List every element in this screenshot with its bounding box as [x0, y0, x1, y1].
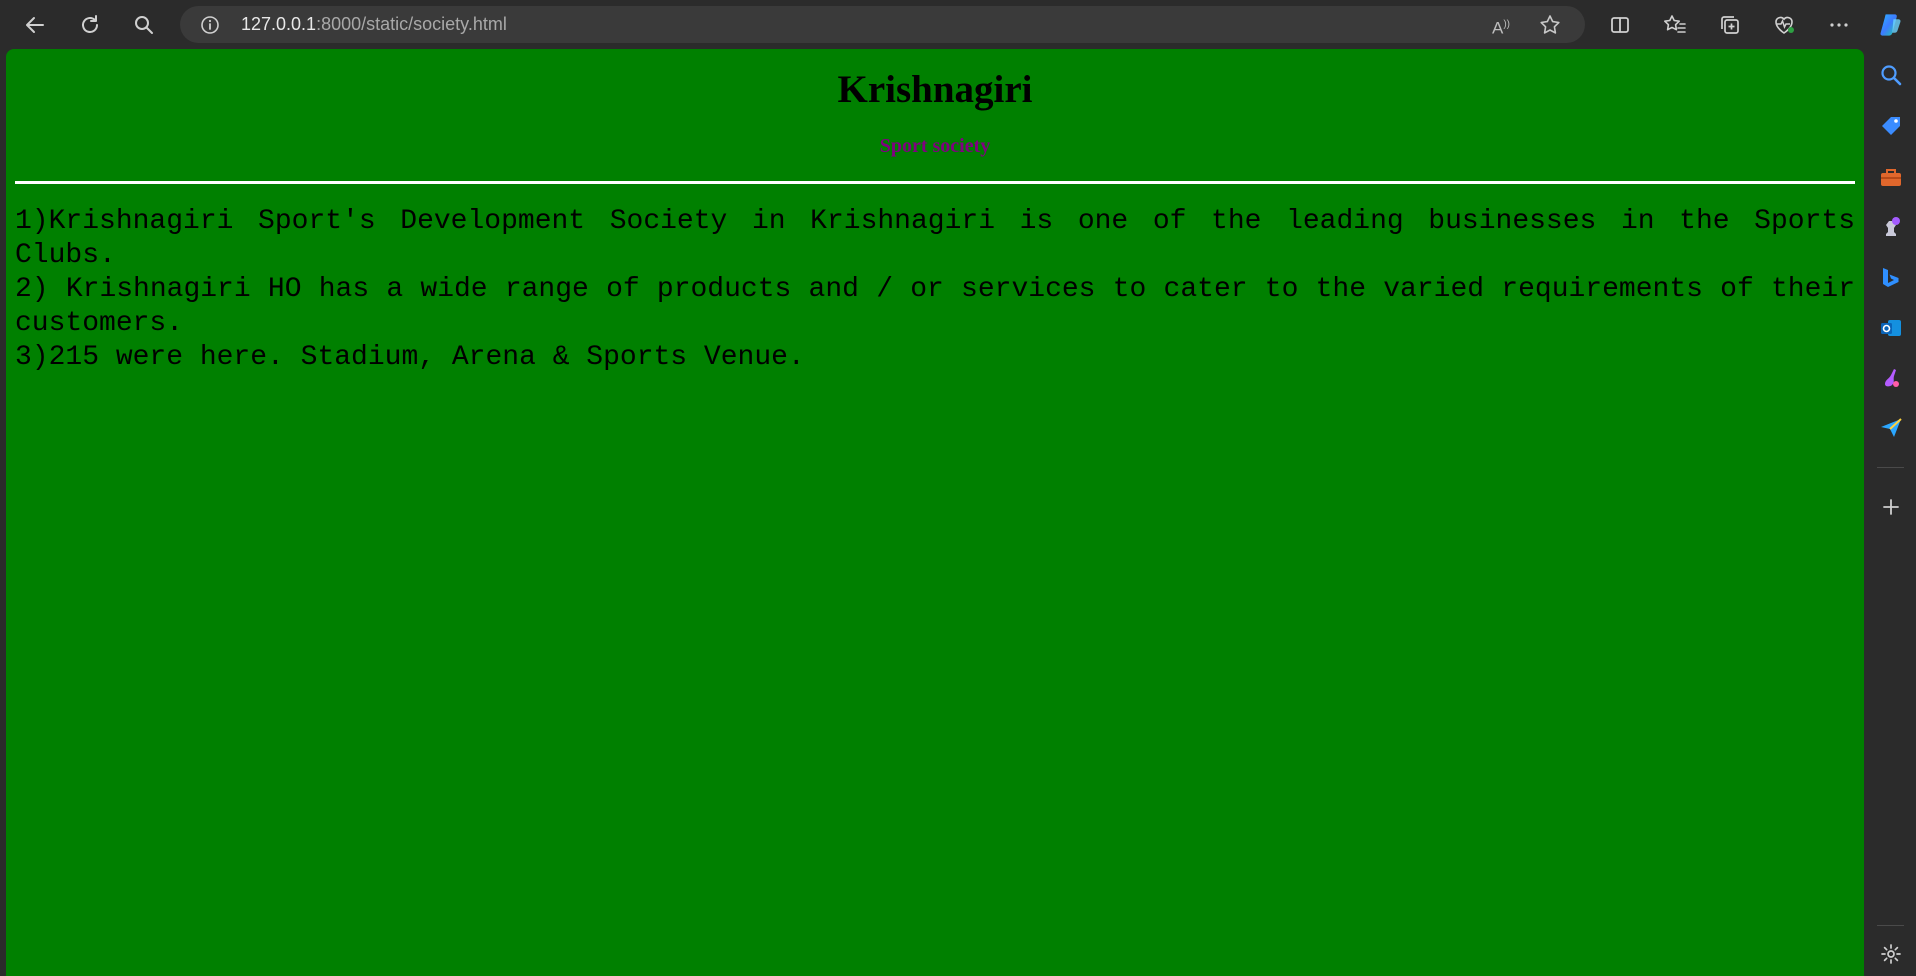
favorites-button[interactable]: [1658, 8, 1692, 42]
sidebar-bing[interactable]: [1877, 263, 1904, 290]
star-icon[interactable]: [1538, 13, 1562, 37]
url-path: :8000/static/society.html: [316, 14, 507, 34]
browser-toolbar: 127.0.0.1:8000/static/society.html A)): [0, 0, 1916, 49]
search-button[interactable]: [127, 8, 161, 42]
heart-pulse-icon: [1775, 16, 1794, 34]
sidebar-divider-bottom: [1877, 925, 1904, 926]
sidebar-settings[interactable]: [1877, 940, 1904, 967]
send-icon: [1880, 417, 1902, 437]
horizontal-rule: [15, 181, 1855, 184]
browser-essentials-button[interactable]: [1767, 8, 1801, 42]
toolbox-icon: [1880, 168, 1901, 186]
drop-icon: [1884, 368, 1899, 387]
split-screen-button[interactable]: [1603, 8, 1637, 42]
back-arrow-icon: [26, 17, 44, 33]
bing-icon: [1882, 267, 1898, 287]
url-text[interactable]: 127.0.0.1:8000/static/society.html: [241, 6, 507, 43]
sidebar-designer[interactable]: [1877, 364, 1904, 391]
description-text: 1)Krishnagiri Sport's Development Societ…: [15, 205, 1855, 375]
edge-sidebar: [1865, 0, 1916, 976]
more-dots-icon: [1830, 23, 1848, 27]
copilot-button[interactable]: [1877, 11, 1904, 38]
collections-button[interactable]: [1713, 8, 1747, 42]
sidebar-search[interactable]: [1877, 61, 1904, 88]
sidebar-divider: [1877, 467, 1904, 468]
search-icon: [135, 16, 153, 34]
search-icon: [1880, 64, 1901, 85]
add-icon: [1882, 498, 1899, 515]
url-host: 127.0.0.1: [241, 14, 317, 34]
page-subtitle: Sport society: [879, 135, 991, 157]
refresh-icon: [82, 15, 98, 33]
read-aloud-label: A: [1492, 18, 1504, 38]
sidebar-add[interactable]: [1877, 493, 1904, 520]
page-title: Krishnagiri: [837, 68, 1033, 111]
shopping-tag-icon: [1881, 116, 1900, 135]
info-icon[interactable]: [200, 15, 220, 35]
refresh-button[interactable]: [73, 8, 107, 42]
paragraph-3: 3)215 were here. Stadium, Arena & Sports…: [15, 342, 805, 373]
sidebar-shopping[interactable]: [1877, 112, 1904, 139]
collections-icon: [1721, 16, 1739, 34]
read-aloud-icon[interactable]: A)): [1492, 14, 1516, 38]
sidebar-games[interactable]: [1877, 213, 1904, 240]
back-button[interactable]: [18, 8, 52, 42]
address-bar[interactable]: 127.0.0.1:8000/static/society.html A)): [180, 6, 1585, 43]
paragraph-1: 1)Krishnagiri Sport's Development Societ…: [15, 206, 1855, 271]
sidebar-drop[interactable]: [1877, 414, 1904, 441]
sidebar-tools[interactable]: [1877, 163, 1904, 190]
favorites-list-icon: [1664, 15, 1686, 33]
more-button[interactable]: [1822, 8, 1856, 42]
chess-icon: [1885, 216, 1900, 236]
sidebar-outlook[interactable]: [1877, 314, 1904, 341]
settings-icon: [1880, 943, 1901, 964]
paragraph-2: 2) Krishnagiri HO has a wide range of pr…: [15, 274, 1855, 339]
outlook-icon: [1880, 319, 1901, 336]
page-content: Krishnagiri Sport society 1)Krishnagiri …: [6, 49, 1864, 976]
split-screen-icon: [1611, 17, 1629, 33]
copilot-icon: [1880, 13, 1901, 36]
